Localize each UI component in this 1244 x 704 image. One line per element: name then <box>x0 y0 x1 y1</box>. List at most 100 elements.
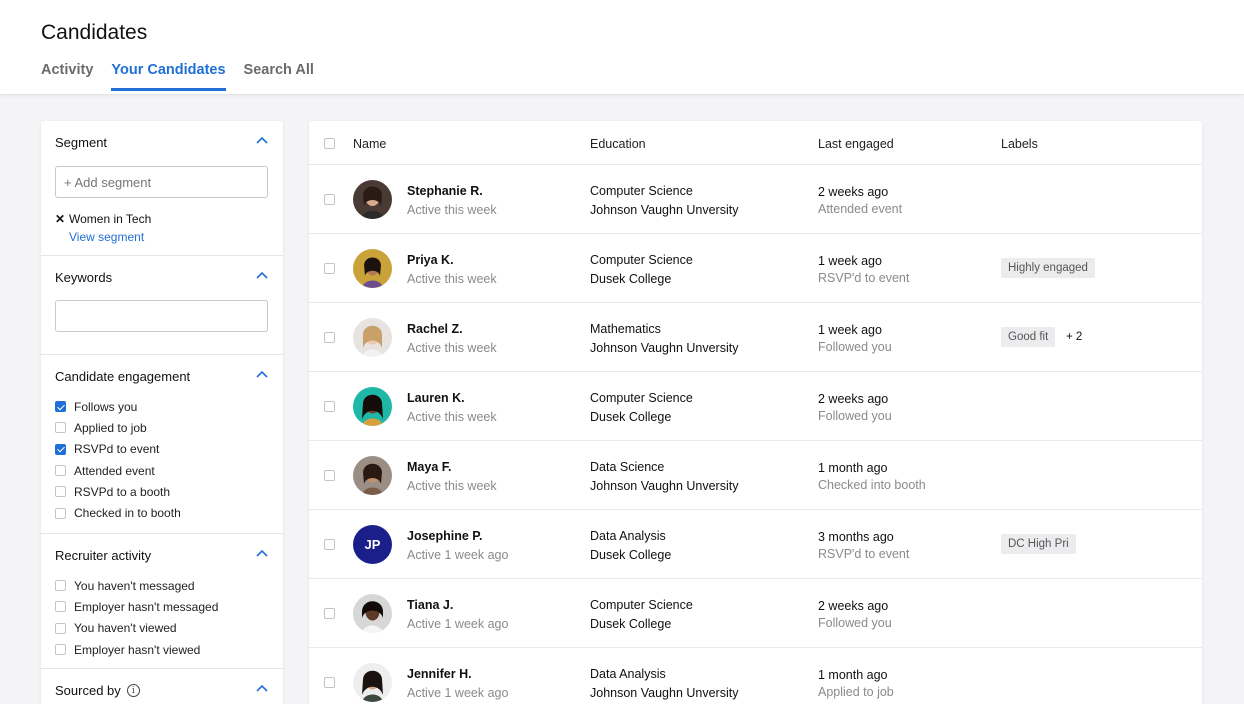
candidate-name[interactable]: Rachel Z. <box>407 322 463 336</box>
segment-title: Segment <box>55 135 108 150</box>
chevron-up-icon[interactable] <box>256 271 268 279</box>
remove-segment-icon[interactable]: ✕ <box>55 212 65 226</box>
candidate-school: Dusek College <box>590 617 672 631</box>
tab-activity[interactable]: Activity <box>41 62 93 91</box>
chevron-up-icon[interactable] <box>256 370 268 378</box>
row-checkbox[interactable] <box>324 332 335 343</box>
candidate-label[interactable]: Highly engaged <box>1001 258 1095 278</box>
info-icon[interactable]: i <box>126 684 140 697</box>
recruiter-option[interactable]: Employer hasn't messaged <box>55 596 269 617</box>
applied-segment-label: Women in Tech <box>69 212 152 226</box>
sourced-by-title: Sourced by i <box>55 683 269 698</box>
checkbox[interactable] <box>55 644 66 656</box>
table-row[interactable]: JP Josephine P. Active 1 week ago Data A… <box>309 510 1202 579</box>
table-header: Name Education Last engaged Labels <box>309 121 1202 165</box>
avatar[interactable] <box>353 663 392 702</box>
tab-your-candidates[interactable]: Your Candidates <box>111 62 226 91</box>
table-row[interactable]: Stephanie R. Active this week Computer S… <box>309 165 1202 234</box>
checkbox[interactable] <box>55 507 66 519</box>
candidate-activity: Active this week <box>407 272 497 286</box>
candidate-major: Mathematics <box>590 322 661 336</box>
checkbox[interactable] <box>55 580 66 592</box>
engagement-section: Candidate engagement Follows you Applied… <box>41 355 283 534</box>
keywords-title: Keywords <box>55 270 113 285</box>
row-checkbox[interactable] <box>324 470 335 481</box>
avatar[interactable] <box>353 318 392 357</box>
engagement-option[interactable]: Applied to job <box>55 417 269 438</box>
recruiter-option[interactable]: Employer hasn't viewed <box>55 639 269 660</box>
checkbox[interactable] <box>55 443 66 455</box>
candidate-activity: Active this week <box>407 479 497 493</box>
recruiter-option[interactable]: You haven't messaged <box>55 575 269 596</box>
engagement-option[interactable]: Checked in to booth <box>55 502 269 523</box>
candidate-name[interactable]: Lauren K. <box>407 391 465 405</box>
column-header-last-engaged[interactable]: Last engaged <box>818 137 894 151</box>
table-row[interactable]: Rachel Z. Active this week Mathematics J… <box>309 303 1202 372</box>
chevron-up-icon[interactable] <box>256 136 268 144</box>
table-row[interactable]: Lauren K. Active this week Computer Scie… <box>309 372 1202 441</box>
candidate-school: Dusek College <box>590 272 672 286</box>
row-checkbox[interactable] <box>324 677 335 688</box>
row-checkbox[interactable] <box>324 194 335 205</box>
column-header-name[interactable]: Name <box>353 137 386 151</box>
candidate-name[interactable]: Maya F. <box>407 460 451 474</box>
engagement-title: Candidate engagement <box>55 369 191 384</box>
candidate-label[interactable]: DC High Pri <box>1001 534 1076 554</box>
more-labels-count[interactable]: + 2 <box>1066 331 1082 343</box>
last-engaged-time: 1 week ago <box>818 323 882 337</box>
candidate-name[interactable]: Tiana J. <box>407 598 453 612</box>
option-label: RSVPd to a booth <box>74 484 171 499</box>
tab-search-all[interactable]: Search All <box>244 62 314 91</box>
candidate-name[interactable]: Stephanie R. <box>407 184 483 198</box>
table-row[interactable]: Maya F. Active this week Data Science Jo… <box>309 441 1202 510</box>
avatar[interactable] <box>353 594 392 633</box>
last-engaged-action: RSVP'd to event <box>818 547 910 561</box>
add-segment-input[interactable] <box>55 166 268 198</box>
option-label: Follows you <box>74 399 138 414</box>
recruiter-options: You haven't messaged Employer hasn't mes… <box>55 575 269 666</box>
table-row[interactable]: Jennifer H. Active 1 week ago Data Analy… <box>309 648 1202 704</box>
candidate-major: Computer Science <box>590 598 693 612</box>
select-all-checkbox[interactable] <box>324 138 335 149</box>
column-header-education[interactable]: Education <box>590 137 646 151</box>
last-engaged-action: Followed you <box>818 340 892 354</box>
candidate-activity: Active this week <box>407 341 497 355</box>
view-segment-link[interactable]: View segment <box>69 230 269 259</box>
table-row[interactable]: Tiana J. Active 1 week ago Computer Scie… <box>309 579 1202 648</box>
candidate-activity: Active this week <box>407 203 497 217</box>
candidate-label[interactable]: Good fit <box>1001 327 1056 347</box>
avatar[interactable]: JP <box>353 525 392 564</box>
row-checkbox[interactable] <box>324 539 335 550</box>
candidate-name[interactable]: Priya K. <box>407 253 454 267</box>
checkbox[interactable] <box>55 401 66 413</box>
chevron-up-icon[interactable] <box>256 549 268 557</box>
option-label: Checked in to booth <box>74 506 181 521</box>
table-row[interactable]: Priya K. Active this week Computer Scien… <box>309 234 1202 303</box>
checkbox[interactable] <box>55 622 66 634</box>
recruiter-option[interactable]: You haven't viewed <box>55 618 269 639</box>
candidate-major: Data Analysis <box>590 529 666 543</box>
chevron-up-icon[interactable] <box>256 684 268 692</box>
row-checkbox[interactable] <box>324 608 335 619</box>
checkbox[interactable] <box>55 422 66 434</box>
keywords-input[interactable] <box>55 300 268 332</box>
option-label: Employer hasn't viewed <box>74 642 201 657</box>
row-checkbox[interactable] <box>324 263 335 274</box>
engagement-option[interactable]: Attended event <box>55 460 269 481</box>
candidate-name[interactable]: Josephine P. <box>407 529 483 543</box>
candidate-name[interactable]: Jennifer H. <box>407 667 472 681</box>
engagement-option[interactable]: Follows you <box>55 396 269 417</box>
engagement-option[interactable]: RSVPd to a booth <box>55 481 269 502</box>
avatar[interactable] <box>353 387 392 426</box>
candidate-activity: Active 1 week ago <box>407 617 509 631</box>
avatar[interactable] <box>353 249 392 288</box>
checkbox[interactable] <box>55 601 66 613</box>
checkbox[interactable] <box>55 465 66 477</box>
checkbox[interactable] <box>55 486 66 498</box>
last-engaged-time: 1 week ago <box>818 254 882 268</box>
avatar[interactable] <box>353 180 392 219</box>
engagement-option[interactable]: RSVPd to event <box>55 439 269 460</box>
avatar[interactable] <box>353 456 392 495</box>
column-header-labels[interactable]: Labels <box>1001 137 1038 151</box>
row-checkbox[interactable] <box>324 401 335 412</box>
